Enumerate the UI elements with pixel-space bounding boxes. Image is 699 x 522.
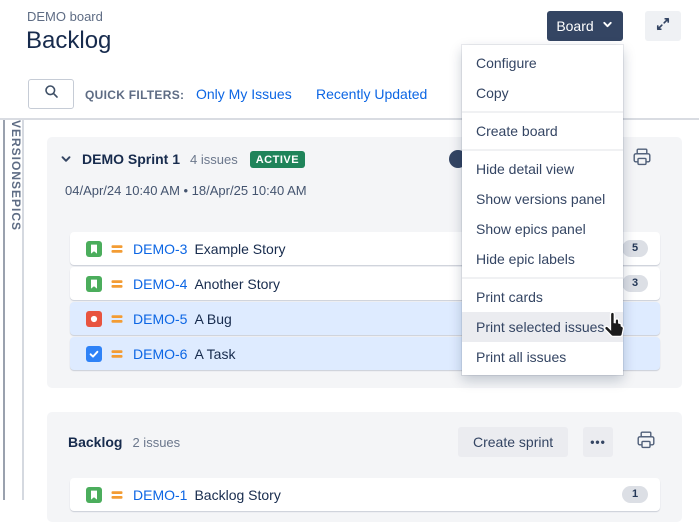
issue-key-link[interactable]: DEMO-3 [133, 241, 187, 257]
menu-divider [462, 149, 623, 151]
issue-summary: A Bug [194, 311, 231, 327]
sprint-name: DEMO Sprint 1 [82, 151, 180, 167]
sprint-date-range: 04/Apr/24 10:40 AM • 18/Apr/25 10:40 AM [65, 183, 307, 198]
board-dropdown-menu: Configure Copy Create board Hide detail … [462, 45, 623, 375]
breadcrumb[interactable]: DEMO board [27, 9, 103, 24]
expand-icon [655, 16, 671, 37]
quick-filters-label: QUICK FILTERS: [85, 88, 184, 102]
issue-row[interactable]: DEMO-1 Backlog Story 1 [70, 478, 660, 511]
menu-item-hide-epic-labels[interactable]: Hide epic labels [462, 244, 623, 274]
printer-icon [632, 147, 652, 172]
priority-medium-icon [109, 311, 125, 327]
menu-item-print-cards[interactable]: Print cards [462, 282, 623, 312]
issue-key-link[interactable]: DEMO-6 [133, 346, 187, 362]
menu-divider [462, 111, 623, 113]
story-icon [86, 276, 102, 292]
issue-key-link[interactable]: DEMO-4 [133, 276, 187, 292]
menu-item-show-epics-panel[interactable]: Show epics panel [462, 214, 623, 244]
fullscreen-button[interactable] [645, 11, 681, 41]
bug-icon [86, 311, 102, 327]
priority-medium-icon [109, 487, 125, 503]
filter-recently-updated[interactable]: Recently Updated [316, 86, 427, 102]
issue-summary: Backlog Story [194, 487, 280, 503]
issue-key-link[interactable]: DEMO-5 [133, 311, 187, 327]
menu-item-configure[interactable]: Configure [462, 48, 623, 78]
backlog-name: Backlog [68, 434, 122, 450]
menu-item-hide-detail-view[interactable]: Hide detail view [462, 154, 623, 184]
sprint-header: DEMO Sprint 1 4 issues ACTIVE [57, 150, 305, 168]
search-icon [44, 84, 59, 104]
story-icon [86, 241, 102, 257]
sprint-issue-count: 4 issues [190, 152, 238, 167]
page-title: Backlog [26, 27, 111, 55]
estimate-badge: 5 [622, 240, 648, 257]
search-button[interactable] [28, 79, 74, 109]
backlog-issue-list: DEMO-1 Backlog Story 1 [70, 478, 660, 513]
create-sprint-button[interactable]: Create sprint [458, 427, 568, 457]
sprint-status-badge: ACTIVE [250, 151, 305, 168]
board-menu-button[interactable]: Board [547, 11, 623, 41]
side-rail: VERSIONS EPICS [5, 120, 24, 500]
estimate-badge: 3 [622, 275, 648, 292]
backlog-issue-count: 2 issues [132, 435, 180, 450]
collapse-sprint-button[interactable] [57, 150, 75, 168]
issue-summary: A Task [194, 346, 235, 362]
priority-medium-icon [109, 276, 125, 292]
issue-summary: Example Story [194, 241, 285, 257]
menu-item-print-all-issues[interactable]: Print all issues [462, 342, 623, 372]
estimate-badge: 1 [622, 486, 648, 503]
versions-panel-tab[interactable]: VERSIONS [9, 120, 23, 190]
priority-medium-icon [109, 241, 125, 257]
filter-only-my-issues[interactable]: Only My Issues [196, 86, 292, 102]
issue-key-link[interactable]: DEMO-1 [133, 487, 187, 503]
board-button-label: Board [556, 18, 593, 34]
backlog-section: Backlog 2 issues Create sprint ••• DEMO-… [47, 412, 682, 522]
menu-item-show-versions-panel[interactable]: Show versions panel [462, 184, 623, 214]
menu-item-create-board[interactable]: Create board [462, 116, 623, 146]
menu-item-print-selected-issues[interactable]: Print selected issues [462, 312, 623, 342]
more-actions-button[interactable]: ••• [583, 427, 613, 457]
issue-summary: Another Story [194, 276, 280, 292]
menu-item-copy[interactable]: Copy [462, 78, 623, 108]
backlog-header: Backlog 2 issues [68, 434, 180, 450]
chevron-down-icon [601, 18, 614, 34]
menu-divider [462, 277, 623, 279]
story-icon [86, 487, 102, 503]
print-backlog-button[interactable] [635, 431, 657, 453]
task-icon [86, 346, 102, 362]
priority-medium-icon [109, 346, 125, 362]
epics-panel-tab[interactable]: EPICS [9, 190, 23, 231]
printer-icon [636, 430, 656, 455]
print-sprint-button[interactable] [631, 148, 653, 170]
